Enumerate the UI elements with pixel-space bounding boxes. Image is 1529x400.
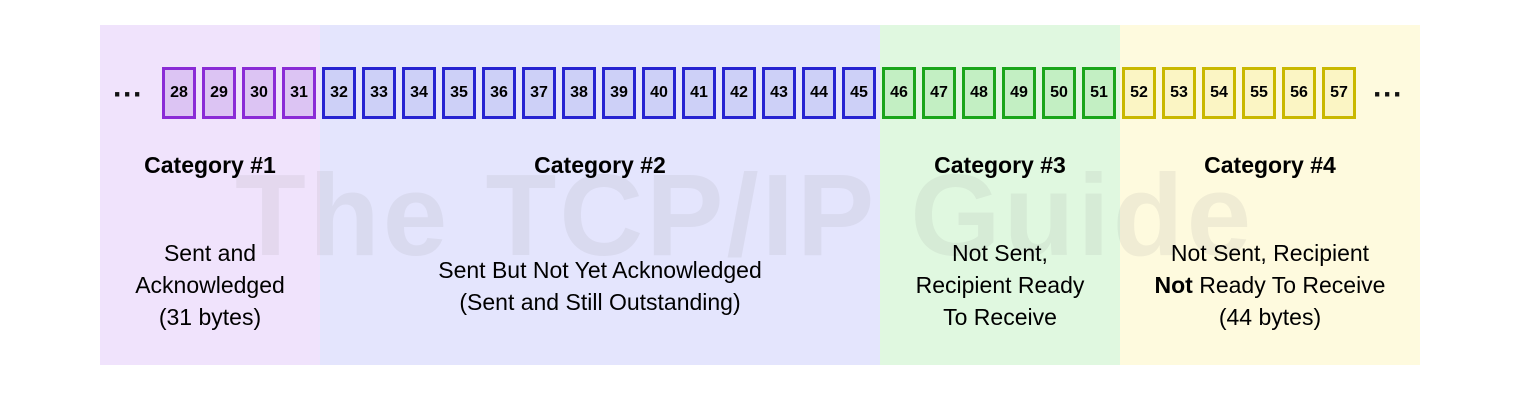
byte-cell: 48 (962, 67, 996, 119)
byte-cell: 57 (1322, 67, 1356, 119)
description-line: To Receive (943, 304, 1057, 330)
byte-cell: 33 (362, 67, 396, 119)
ellipsis-left: ··· (113, 78, 143, 111)
byte-cell: 40 (642, 67, 676, 119)
byte-cell: 45 (842, 67, 876, 119)
byte-cell: 43 (762, 67, 796, 119)
byte-cell: 42 (722, 67, 756, 119)
description-line: Not Sent, (952, 240, 1048, 266)
byte-cell: 37 (522, 67, 556, 119)
description-line: (Sent and Still Outstanding) (459, 289, 741, 315)
description-line: (31 bytes) (158, 304, 262, 330)
description-line: Recipient Ready (915, 272, 1085, 298)
byte-cell: 36 (482, 67, 516, 119)
byte-cell: 52 (1122, 67, 1156, 119)
category-4-description: Not Sent, Recipient Not Ready To Receive… (1120, 237, 1420, 333)
byte-cell: 55 (1242, 67, 1276, 119)
byte-cell: 31 (282, 67, 316, 119)
byte-cell: 47 (922, 67, 956, 119)
category-4-title: Category #4 (1204, 152, 1336, 178)
byte-cell: 49 (1002, 67, 1036, 119)
byte-cell: 35 (442, 67, 476, 119)
byte-cell: 53 (1162, 67, 1196, 119)
category-3-title: Category #3 (934, 152, 1066, 178)
byte-cell: 30 (242, 67, 276, 119)
category-2-description: Sent But Not Yet Acknowledged (Sent and … (320, 254, 880, 318)
byte-cell: 54 (1202, 67, 1236, 119)
byte-cell: 38 (562, 67, 596, 119)
byte-cell: 29 (202, 67, 236, 119)
byte-cell: 28 (162, 67, 196, 119)
description-line: Not Sent, Recipient (1170, 240, 1370, 266)
description-line: (44 bytes) (1218, 304, 1322, 330)
description-line: Sent But Not Yet Acknowledged (438, 257, 762, 283)
description-line: Sent and (163, 240, 257, 266)
description-line: Acknowledged (135, 272, 285, 298)
category-3-description: Not Sent, Recipient Ready To Receive (880, 237, 1120, 333)
byte-cell: 51 (1082, 67, 1116, 119)
byte-cell: 44 (802, 67, 836, 119)
byte-cell: 56 (1282, 67, 1316, 119)
byte-cell: 50 (1042, 67, 1076, 119)
emphasis-not: Not (1154, 272, 1193, 298)
description-line: Not Ready To Receive (1120, 269, 1420, 301)
category-2-title: Category #2 (534, 152, 666, 178)
byte-cell: 41 (682, 67, 716, 119)
byte-cell: 39 (602, 67, 636, 119)
category-1-title: Category #1 (144, 152, 276, 178)
byte-cell: 34 (402, 67, 436, 119)
description-line-rest: Ready To Receive (1192, 272, 1386, 298)
category-1-description: Sent and Acknowledged (31 bytes) (100, 237, 320, 333)
ellipsis-right: ··· (1373, 78, 1403, 111)
byte-cell: 32 (322, 67, 356, 119)
byte-cell: 46 (882, 67, 916, 119)
